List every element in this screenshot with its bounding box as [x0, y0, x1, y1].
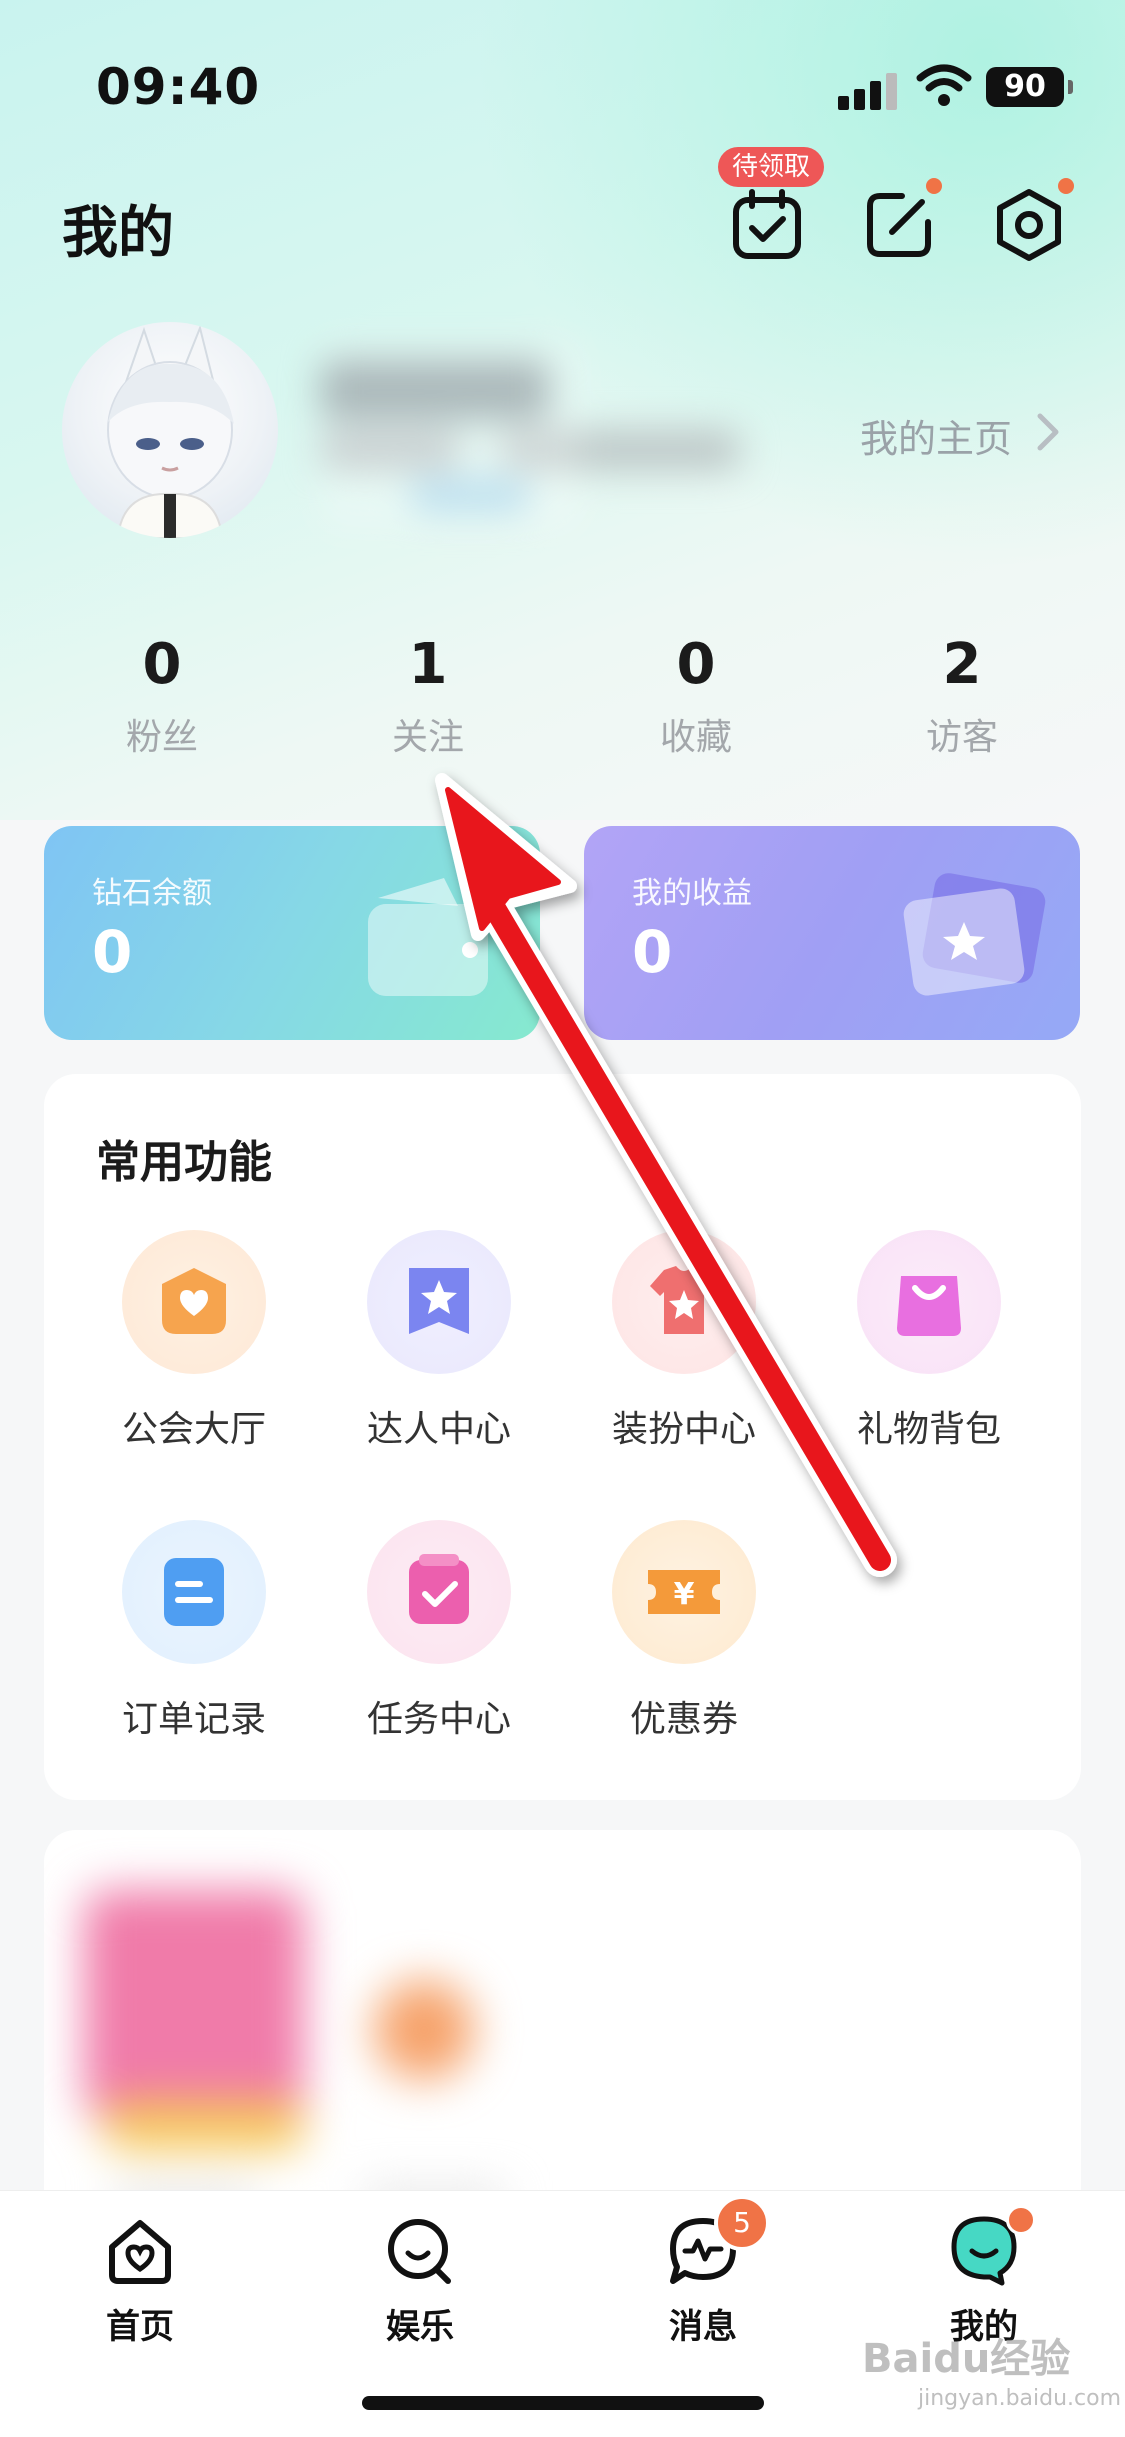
card-value: 0 [632, 918, 673, 986]
task-check-icon [367, 1520, 511, 1664]
gift-bag-icon [857, 1230, 1001, 1374]
function-task-center[interactable]: 任务中心 [329, 1520, 549, 1742]
stat-following[interactable]: 1 关注 [328, 630, 528, 760]
function-label: 达人中心 [366, 1409, 511, 1450]
settings-icon[interactable] [992, 188, 1066, 262]
watermark-text: Baidu经验 [862, 2336, 1071, 2382]
calendar-check-icon[interactable] [730, 188, 804, 262]
wifi-icon [916, 64, 972, 106]
stat-value: 1 [408, 632, 448, 697]
stat-label: 访客 [925, 717, 998, 758]
stat-value: 2 [942, 632, 982, 697]
entertainment-icon [388, 2219, 451, 2284]
tab-label: 消息 [669, 2307, 737, 2347]
function-label: 任务中心 [366, 1699, 511, 1740]
checkin-badge: 待领取 [718, 147, 825, 187]
profile-name-blurred [320, 340, 780, 530]
outfit-icon [612, 1230, 756, 1374]
function-order-record[interactable]: 订单记录 [84, 1520, 304, 1742]
common-functions-panel: 常用功能 公会大厅 达人中心 装扮中心 礼物背包 订单记录 任务中心 ¥ 优惠券 [44, 1074, 1081, 1800]
wallet-icon [368, 878, 488, 996]
function-label: 装扮中心 [611, 1409, 756, 1450]
messages-unread-badge: 5 [714, 2195, 770, 2251]
stat-favorites[interactable]: 0 收藏 [596, 630, 796, 760]
tab-entertainment[interactable]: 娱乐 [320, 2213, 520, 2348]
my-homepage-link[interactable]: 我的主页 [860, 408, 1012, 463]
stat-label: 粉丝 [125, 717, 198, 758]
function-coupon[interactable]: ¥ 优惠券 [574, 1520, 794, 1742]
avatar[interactable] [62, 322, 278, 538]
status-time: 09:40 [96, 58, 261, 116]
section-title: 常用功能 [96, 1137, 272, 1188]
settings-notification-dot [1058, 178, 1074, 194]
function-label: 礼物背包 [856, 1409, 1001, 1450]
home-icon [109, 2220, 171, 2284]
card-title: 我的收益 [632, 876, 752, 911]
edit-notification-dot [926, 178, 942, 194]
page-title: 我的 [62, 201, 174, 266]
stat-fans[interactable]: 0 粉丝 [62, 630, 262, 760]
function-gift-backpack[interactable]: 礼物背包 [819, 1230, 1039, 1452]
mine-notification-dot [1006, 2205, 1036, 2235]
function-talent-center[interactable]: 达人中心 [329, 1230, 549, 1452]
stat-visitors[interactable]: 2 访客 [862, 630, 1062, 760]
stat-value: 0 [142, 632, 182, 697]
tab-home[interactable]: 首页 [40, 2213, 240, 2348]
function-label: 订单记录 [121, 1699, 266, 1740]
promo-panel-blurred [44, 1830, 1081, 2250]
coupon-icon: ¥ [612, 1520, 756, 1664]
tab-label: 娱乐 [386, 2307, 454, 2347]
earnings-card[interactable]: 我的收益 0 [584, 826, 1080, 1040]
guild-hall-icon [122, 1230, 266, 1374]
stat-value: 0 [676, 632, 716, 697]
edit-icon[interactable] [862, 188, 936, 262]
battery-indicator: 90 [986, 67, 1073, 107]
function-label: 公会大厅 [121, 1409, 266, 1450]
chevron-right-icon [1037, 413, 1059, 451]
star-bookmark-icon [367, 1230, 511, 1374]
svg-text:¥: ¥ [674, 1577, 695, 1612]
function-label: 优惠券 [629, 1699, 738, 1740]
cellular-signal-icon [838, 72, 898, 110]
function-guild-hall[interactable]: 公会大厅 [84, 1230, 304, 1452]
star-ticket-icon [903, 873, 1046, 996]
stat-label: 收藏 [659, 717, 732, 758]
tab-messages[interactable]: 消息 [603, 2213, 803, 2348]
function-outfit-center[interactable]: 装扮中心 [574, 1230, 794, 1452]
tab-label: 首页 [106, 2307, 174, 2347]
status-bar: 09:40 90 [0, 0, 1125, 170]
watermark-subtext: jingyan.baidu.com [918, 2386, 1122, 2411]
order-record-icon [122, 1520, 266, 1664]
card-value: 0 [92, 918, 133, 986]
card-title: 钻石余额 [92, 876, 212, 911]
diamond-balance-card[interactable]: 钻石余额 0 [44, 826, 540, 1040]
stat-label: 关注 [391, 717, 464, 758]
home-indicator[interactable] [362, 2396, 764, 2410]
